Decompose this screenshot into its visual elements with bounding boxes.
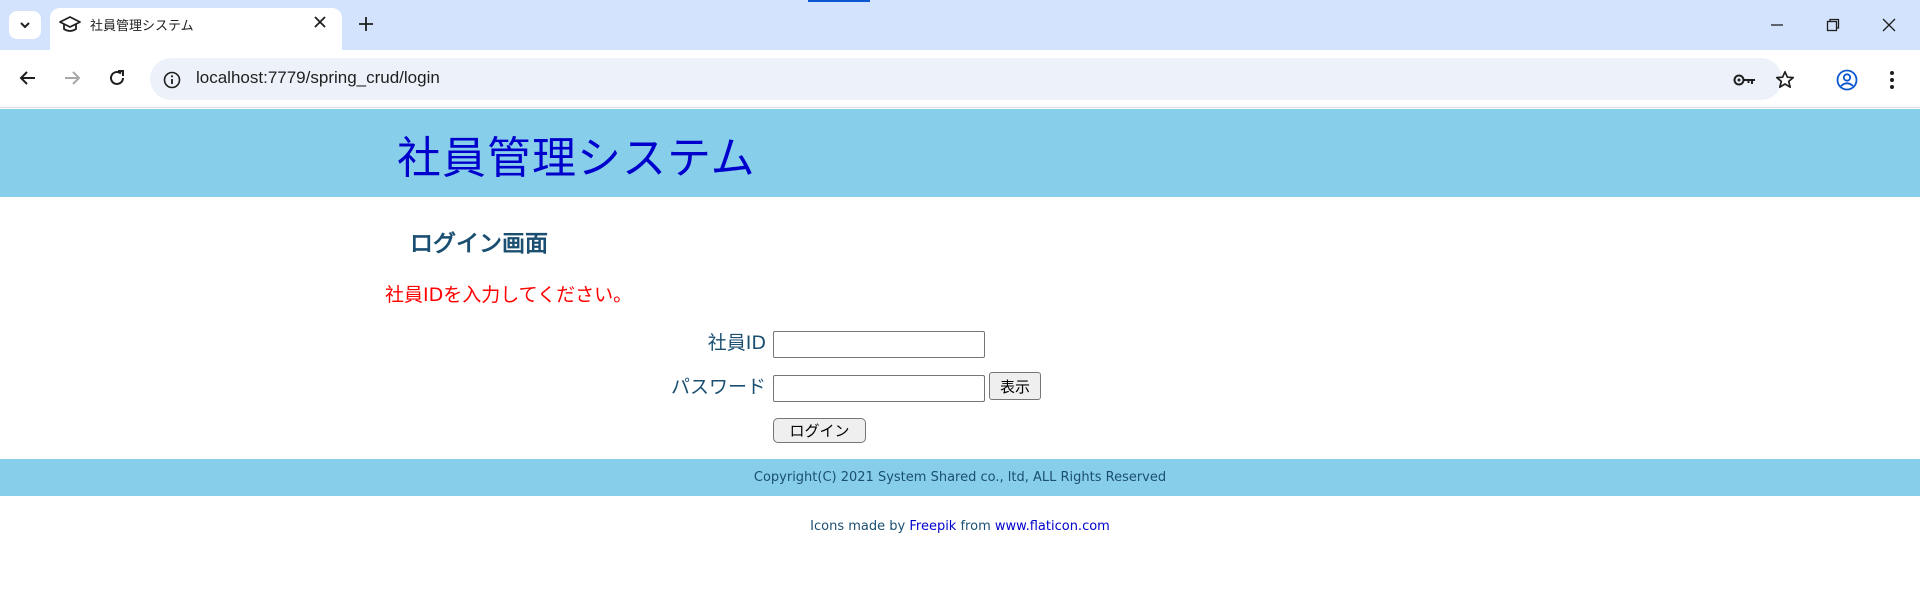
url-text[interactable]: localhost:7779/spring_crud/login <box>196 68 440 88</box>
key-icon <box>1733 74 1755 86</box>
site-title: 社員管理システム <box>397 133 756 184</box>
error-message: 社員IDを入力してください。 <box>385 284 633 306</box>
reload-button[interactable] <box>103 64 131 92</box>
reload-icon <box>110 70 124 85</box>
star-icon <box>1775 70 1795 89</box>
flaticon-link[interactable]: www.flaticon.com <box>995 519 1110 534</box>
password-manager-button[interactable] <box>1731 66 1759 94</box>
restore-button[interactable] <box>1818 10 1848 40</box>
site-header <box>0 109 1920 197</box>
password-input[interactable] <box>773 375 985 402</box>
credits-prefix: Icons made by <box>810 519 906 534</box>
credits-middle: from <box>960 519 991 534</box>
graduation-cap-icon <box>59 16 81 32</box>
info-icon <box>163 71 181 89</box>
close-icon <box>314 16 326 28</box>
tab-close-button[interactable] <box>310 12 330 32</box>
icon-credits: Icons made by Freepik from www.flaticon.… <box>0 519 1920 534</box>
employee-id-input[interactable] <box>773 331 985 358</box>
browser-menu-button[interactable] <box>1878 66 1906 94</box>
forward-button[interactable] <box>58 64 86 92</box>
back-button[interactable] <box>14 64 42 92</box>
window-close-button[interactable] <box>1874 10 1904 40</box>
menu-icon <box>1890 71 1894 89</box>
profile-button[interactable] <box>1833 66 1861 94</box>
password-label: パスワード <box>670 376 766 398</box>
restore-icon <box>1826 18 1840 32</box>
window-close-icon <box>1882 18 1896 32</box>
tab-search-button[interactable] <box>9 11 41 39</box>
forward-icon <box>65 71 81 85</box>
back-icon <box>19 71 35 85</box>
minimize-icon <box>1771 24 1783 26</box>
employee-id-label: 社員ID <box>707 332 766 354</box>
bookmark-button[interactable] <box>1771 66 1799 94</box>
tab-strip-indicator <box>808 0 870 2</box>
site-footer: Copyright(C) 2021 System Shared co., ltd… <box>0 459 1920 496</box>
copyright-text: Copyright(C) 2021 System Shared co., ltd… <box>753 470 1167 485</box>
login-button[interactable]: ログイン <box>773 418 866 443</box>
chevron-down-icon <box>20 22 30 29</box>
new-tab-button[interactable] <box>354 12 378 36</box>
show-password-button[interactable]: 表示 <box>989 372 1041 400</box>
plus-icon <box>359 17 373 31</box>
profile-icon <box>1836 69 1858 91</box>
tab-title: 社員管理システム <box>90 19 194 34</box>
freepik-link[interactable]: Freepik <box>909 519 956 534</box>
minimize-button[interactable] <box>1762 10 1792 40</box>
page-heading: ログイン画面 <box>410 231 548 257</box>
site-info-button[interactable] <box>158 66 186 94</box>
